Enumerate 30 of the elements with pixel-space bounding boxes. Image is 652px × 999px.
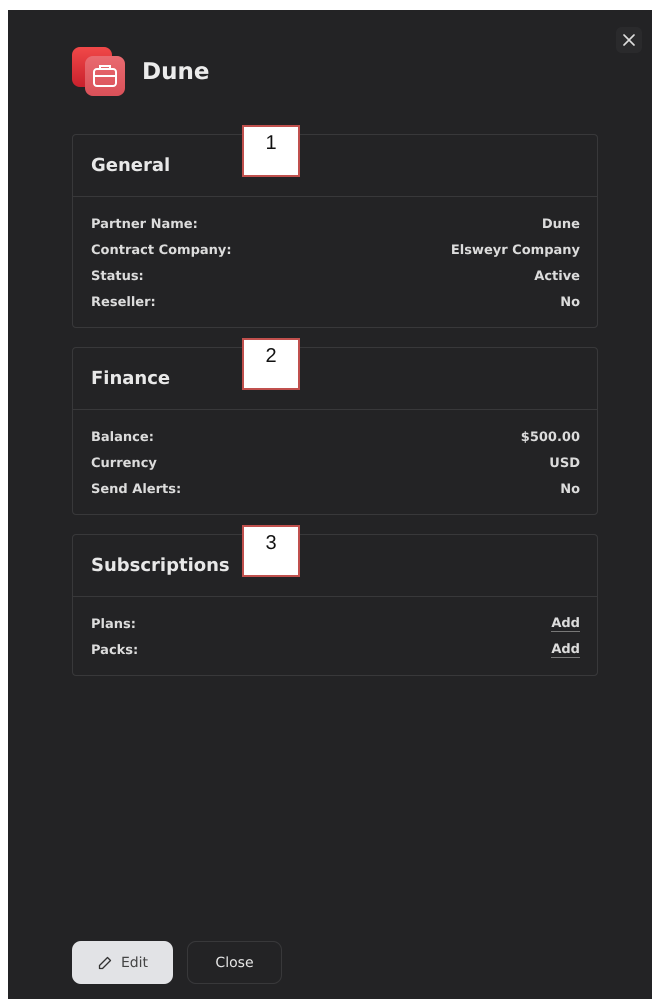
field-label: Status: <box>91 268 144 284</box>
callout-label: 1 <box>242 125 300 177</box>
field-label: Contract Company: <box>91 242 232 258</box>
callout-label: 3 <box>242 525 300 577</box>
field-label: Balance: <box>91 430 154 444</box>
add-link[interactable]: Add <box>551 616 580 632</box>
panel-title: Dune <box>142 59 210 85</box>
field-value: USD <box>549 456 580 470</box>
field-value: Dune <box>542 216 580 232</box>
field-value: No <box>560 482 580 496</box>
field-label: Send Alerts: <box>91 482 182 496</box>
callout-label: 2 <box>242 338 300 390</box>
field-label: Packs: <box>91 642 138 658</box>
pencil-icon <box>96 954 113 970</box>
close-button[interactable]: Close <box>187 941 282 984</box>
field-label: Partner Name: <box>91 216 198 232</box>
field-value: $500.00 <box>520 430 580 444</box>
field-label: Plans: <box>91 616 136 632</box>
field-label: Currency <box>91 456 157 470</box>
close-icon[interactable] <box>616 27 642 53</box>
edit-button[interactable]: Edit <box>72 941 173 984</box>
field-value: No <box>560 294 580 310</box>
section-title: Finance <box>91 368 170 389</box>
field-value: Elsweyr Company <box>450 242 580 258</box>
add-link[interactable]: Add <box>551 642 580 658</box>
field-label: Reseller: <box>91 294 156 310</box>
briefcase-icon <box>72 47 126 97</box>
section-title: General <box>91 155 170 176</box>
section-title: Subscriptions <box>91 555 230 576</box>
field-value: Active <box>534 268 580 284</box>
